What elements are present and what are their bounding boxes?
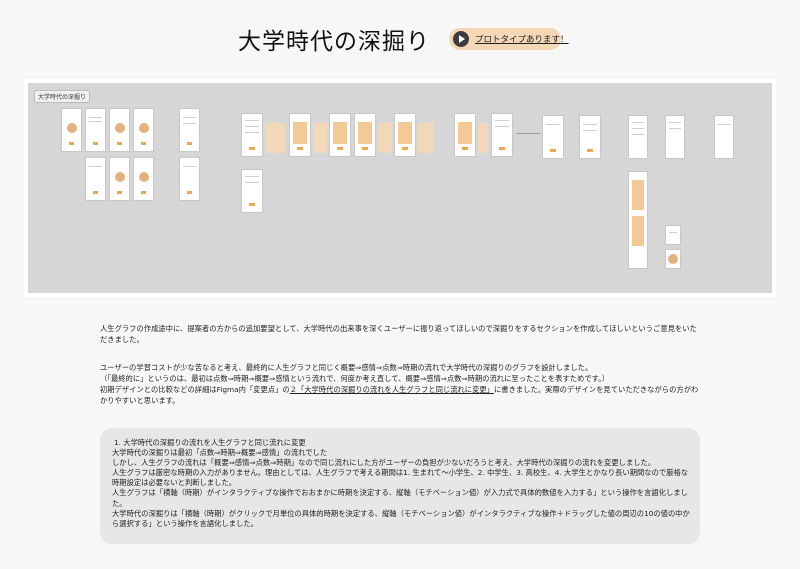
figma-canvas-frame: 大学時代の深掘り [24,79,776,297]
flow-connector [516,133,540,134]
change-line: しかし、人生グラフの流れは「概要⇒感情⇒点数⇒時期」なので同じ流れにした方がユー… [112,458,656,468]
screen-thumbnail [665,249,681,269]
flow-annotation [378,123,392,153]
screen-thumbnail [133,108,154,152]
play-icon [453,31,469,47]
screen-thumbnail [85,108,106,152]
screen-thumbnail [179,108,200,152]
change-note-box: 1. 大学時代の深掘りの流れを人生グラフと同じ流れに変更 大学時代の深掘りは最初… [100,428,700,544]
change-heading: 1. 大学時代の深掘りの流れを人生グラフと同じ流れに変更 [114,438,306,447]
screen-thumbnail [394,113,416,157]
summary-line: （「最終的に」というのは、最初は点数⇒時期⇒概要⇒感情という流れで、何度か考え直… [100,374,610,383]
summary-line: 初期デザインとの比較などの詳細はFigma内「変更点」の２「大学時代の深掘りの流… [100,385,699,405]
flow-annotation [418,123,434,153]
screen-thumbnail [628,115,648,159]
screen-thumbnail [665,115,685,159]
flow-annotation [313,123,327,153]
screen-thumbnail [491,113,513,157]
summary-line: ユーザーの学習コストが少な苦なると考え、最終的に人生グラフと同じく概要⇒感情⇒点… [100,363,593,372]
change-link[interactable]: ２「大学時代の深掘りの流れを人生グラフと同じ流れに変更」 [290,385,494,394]
screen-thumbnail [133,157,154,201]
header: 大学時代の深掘り プロトタイプあります！ [0,22,800,56]
change-line: 大学時代の深掘りは「横軸（時期）がクリックで月単位の具体的時期を決定する、縦軸（… [112,508,690,528]
change-line: 人生グラフは「横軸（時期）がインタラクティブな操作でおおまかに時期を決定する、縦… [112,488,688,508]
screen-thumbnail [85,157,106,201]
prototype-button[interactable]: プロトタイプあります！ [449,28,569,50]
screen-thumbnail [454,113,476,157]
frame-label: 大学時代の深掘り [34,90,91,103]
intro-paragraph: 人生グラフの作成途中に、提案者の方からの追加要望として、大学時代の出来事を深くユ… [100,323,704,345]
screen-thumbnail [628,171,648,269]
screen-thumbnail [241,113,263,157]
screen-thumbnail [665,225,681,245]
figma-canvas[interactable]: 大学時代の深掘り [28,83,772,293]
screen-thumbnail [109,157,130,201]
screen-thumbnail [329,113,351,157]
screen-thumbnail [542,115,564,159]
intro-text: 人生グラフの作成途中に、提案者の方からの追加要望として、大学時代の出来事を深くユ… [100,324,697,344]
screen-thumbnail [714,115,734,159]
change-line: 大学時代の深掘りは最初「点数⇒時期⇒概要⇒感情」の流れでした [112,448,328,458]
prototype-link[interactable]: プロトタイプあります！ [475,33,569,45]
screen-thumbnail [179,157,200,201]
screen-thumbnail [289,113,311,157]
screen-thumbnail [109,108,130,152]
screen-thumbnail [241,169,263,213]
flow-annotation [265,123,285,153]
screen-thumbnail [61,108,82,152]
flow-annotation [478,123,488,153]
screen-thumbnail [579,115,601,159]
screen-thumbnail [354,113,376,157]
summary-paragraph: ユーザーの学習コストが少な苦なると考え、最終的に人生グラフと同じく概要⇒感情⇒点… [100,362,704,406]
change-line: 人生グラフは厳密な時期の入力がありません。理由としては、人生グラフで考える期間は… [112,468,689,488]
page-title: 大学時代の深掘り [238,29,430,55]
